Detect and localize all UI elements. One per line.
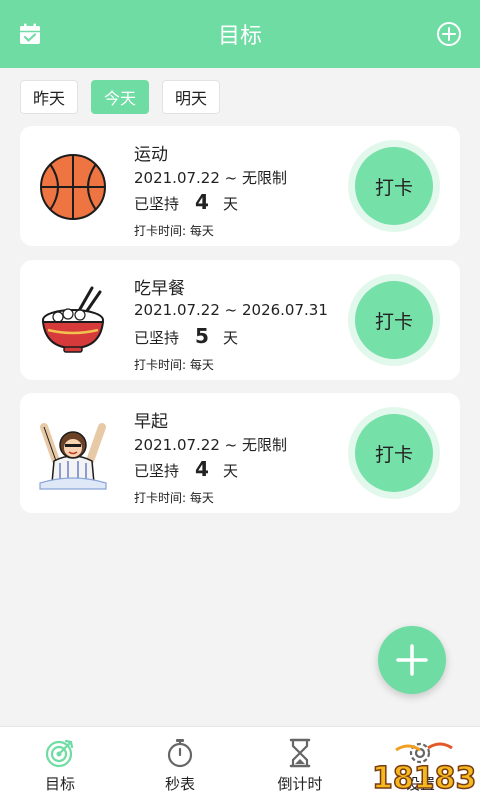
tab-stopwatch[interactable]: 秒表 [120,727,240,800]
stopwatch-icon [167,739,193,768]
goal-persist: 已坚持 5 天 [134,324,238,348]
rice-bowl-icon [41,286,105,353]
goal-persist: 已坚持 4 天 [134,190,238,214]
persist-suffix: 天 [222,195,238,213]
goal-name: 运动 [134,145,168,165]
goal-dates: 2021.07.22 ~ 无限制 [134,436,287,454]
punch-in-button[interactable]: 打卡 [348,140,440,232]
persist-prefix: 已坚持 [134,462,180,480]
tab-stopwatch-label: 秒表 [164,775,195,793]
punch-in-button[interactable]: 打卡 [348,274,440,366]
add-goal-button[interactable] [378,626,446,694]
persist-prefix: 已坚持 [134,329,180,347]
goal-name: 吃早餐 [134,279,185,299]
punch-in-button[interactable]: 打卡 [348,407,440,499]
persist-days: 4 [195,457,209,481]
svg-text:18183: 18183 [372,761,476,796]
day-selector: 昨天 今天 明天 [20,80,220,114]
goal-persist: 已坚持 4 天 [134,457,238,481]
waking-person-icon [39,423,107,490]
tab-yesterday[interactable]: 昨天 [20,80,78,114]
plus-icon [396,644,428,676]
persist-suffix: 天 [222,462,238,480]
punch-in-label: 打卡 [355,414,433,492]
goal-card[interactable]: 运动 2021.07.22 ~ 无限制 已坚持 4 天 打卡时间: 每天 打卡 [20,126,460,246]
tab-goals[interactable]: 目标 [0,727,120,800]
goal-dates: 2021.07.22 ~ 2026.07.31 [134,301,328,319]
tab-countdown[interactable]: 倒计时 [240,727,360,800]
tab-countdown-label: 倒计时 [277,775,323,793]
goal-card[interactable]: 吃早餐 2021.07.22 ~ 2026.07.31 已坚持 5 天 打卡时间… [20,260,460,380]
persist-days: 4 [195,190,209,214]
goal-frequency: 打卡时间: 每天 [134,491,214,505]
persist-prefix: 已坚持 [134,195,180,213]
tab-goals-label: 目标 [44,775,75,793]
target-icon [45,739,74,768]
goal-card[interactable]: 早起 2021.07.22 ~ 无限制 已坚持 4 天 打卡时间: 每天 打卡 [20,393,460,513]
basketball-icon [40,154,106,220]
punch-in-label: 打卡 [355,147,433,225]
persist-days: 5 [195,324,209,348]
goal-frequency: 打卡时间: 每天 [134,358,214,372]
goal-frequency: 打卡时间: 每天 [134,224,214,238]
persist-suffix: 天 [222,329,238,347]
tab-today[interactable]: 今天 [91,80,149,114]
page-title: 目标 [217,24,262,49]
header-bar: 目标 [0,0,480,68]
watermark-logo: 18183 [371,742,477,797]
plus-circle-icon[interactable] [436,21,462,47]
goal-name: 早起 [134,412,168,432]
tab-tomorrow[interactable]: 明天 [162,80,220,114]
hourglass-icon [289,738,311,768]
goal-dates: 2021.07.22 ~ 无限制 [134,169,287,187]
punch-in-label: 打卡 [355,281,433,359]
